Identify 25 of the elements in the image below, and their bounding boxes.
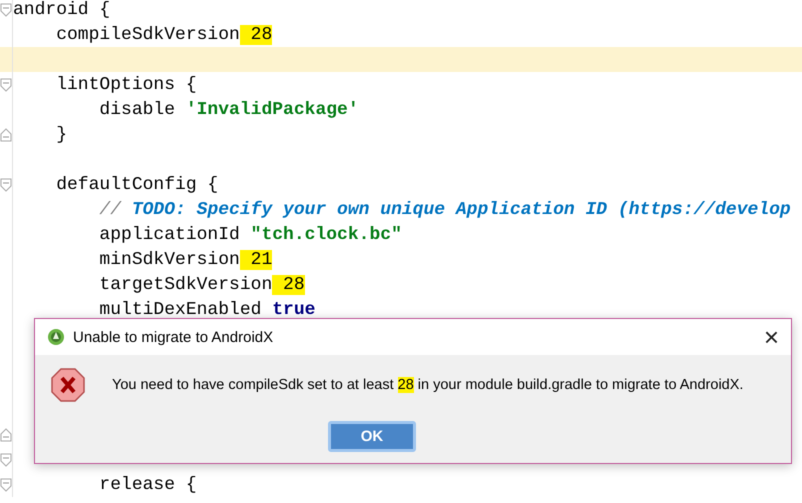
code-line: release { [98,474,197,496]
fold-icon[interactable] [0,128,12,142]
code-line: disable 'InvalidPackage' [98,98,359,120]
code-line: // TODO: Specify your own unique Application ID (https://develop [98,198,791,220]
fold-icon[interactable] [0,452,12,466]
code-line: targetSdkVersion 28 [98,274,305,296]
fold-icon[interactable] [0,478,12,492]
android-studio-icon [47,328,65,346]
fold-icon[interactable] [0,428,12,442]
code-line: defaultConfig { [55,174,218,196]
code-line: multiDexEnabled true [98,298,316,320]
dialog-title: Unable to migrate to AndroidX [73,328,274,346]
fold-icon[interactable] [0,178,12,192]
code-line: minSdkVersion 21 [98,248,272,270]
close-icon[interactable]: × [764,324,779,350]
ok-button[interactable]: OK [328,421,416,452]
code-line: compileSdkVersion 28 [55,24,272,46]
code-line: android { [13,0,110,20]
error-icon [50,367,86,403]
fold-icon[interactable] [0,2,12,16]
code-line: lintOptions { [55,74,197,96]
fold-icon[interactable] [0,78,12,92]
code-line: applicationId "tch.clock.bc" [98,224,402,246]
error-message: You need to have compileSdk set to at least 28 in your module build.gradle to migrate to AndroidX. [112,377,744,393]
code-line: } [55,124,68,146]
